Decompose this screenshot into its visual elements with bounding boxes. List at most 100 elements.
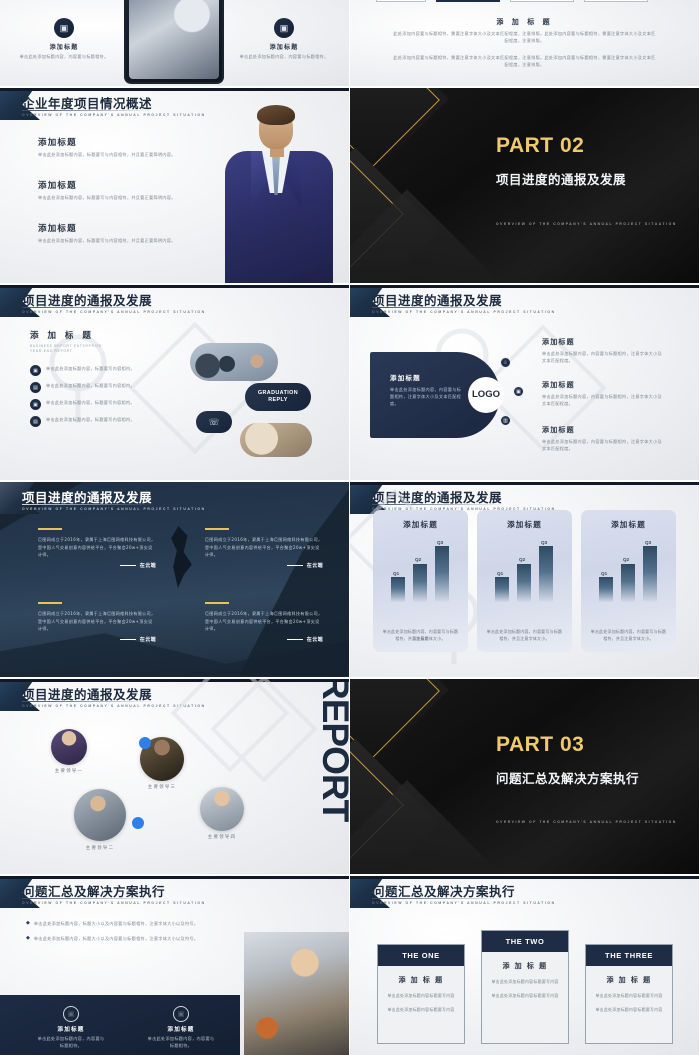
s09-heading: 项目进度的通报及发展 OVERVIEW OF THE COMPANY'S ANN… xyxy=(22,684,206,708)
s03-block3-heading: 添加标题 xyxy=(38,224,77,234)
card-the-two[interactable]: THE TWO 添 加 标 题 单击此处添加标题内容标题要写内容 单击此处添加标… xyxy=(481,930,569,1044)
card-the-three[interactable]: THE THREE 添 加 标 题 单击此处添加标题内容标题要写内容 单击此处添… xyxy=(585,944,673,1044)
s08-heading: 项目进度的通报及发展 OVERVIEW OF THE COMPANY'S ANN… xyxy=(372,487,556,511)
list-item[interactable]: ▣ 单击此处添加标题内容，标题要写内容相符。 xyxy=(30,399,152,410)
slide-thumbnail-s07[interactable]: 项目进度的通报及发展 OVERVIEW OF THE COMPANY'S ANN… xyxy=(0,482,349,677)
s11-footer1-title: 添加标题 xyxy=(57,1026,85,1033)
card1-subtitle: 添 加 标 题 xyxy=(398,976,444,984)
coffee-photo xyxy=(240,423,312,457)
bullet-marker-icon: ◆ xyxy=(26,935,30,942)
s06-panel-text: 单击此处添加标题内容，内容要与标题相符，注意字体大小及文本匹配程度。 xyxy=(390,387,462,407)
s05-item2-text: 单击此处添加标题内容，标题要写内容相符。 xyxy=(46,383,135,388)
s02-tab-3[interactable] xyxy=(510,0,574,2)
title-underline xyxy=(22,110,154,111)
s04-part-title: 项目进度的通报及发展 xyxy=(496,172,627,187)
s05-title-en: OVERVIEW OF THE COMPANY'S ANNUAL PROJECT… xyxy=(22,310,206,314)
card1-line1: 单击此处添加标题内容标题要写内容 xyxy=(387,993,455,998)
bullet-item: ◆ 单击此处添加标题内容，标题大小以及内容要与标题相符，注意字体大小以及符号。 xyxy=(26,920,202,927)
s08-card2-text: 单击此处添加标题内容，内容要写与标题相符，并且注意字体大小。 xyxy=(486,628,563,641)
list-item[interactable]: ▤ 单击此处添加标题内容，标题要写内容相符。 xyxy=(30,382,152,393)
s12-title-bar: 问题汇总及解决方案执行 OVERVIEW OF THE COMPANY'S AN… xyxy=(350,876,699,910)
s07-quote2-author: 在云端 xyxy=(306,563,323,570)
s08-card1-text: 单击此处添加标题内容，内容要写与标题相符，并且注意字体大小。 xyxy=(382,628,459,641)
list-item[interactable]: ▣ 单击此处添加标题内容，标题要写内容相符。 xyxy=(30,365,152,376)
member-1-name: 主要领导一 xyxy=(54,769,84,774)
s06-heading: 项目进度的通报及发展 OVERVIEW OF THE COMPANY'S ANN… xyxy=(372,290,556,314)
s02-tab-1[interactable] xyxy=(376,0,426,2)
s03-block3-text: 单击此处添加标题内容，标题要写与内容相符，并且要正要简明内容。 xyxy=(38,238,176,243)
s03-block1-heading: 添加标题 xyxy=(38,138,77,148)
slide-thumbnail-s12[interactable]: 问题汇总及解决方案执行 OVERVIEW OF THE COMPANY'S AN… xyxy=(350,876,699,1055)
list-item[interactable]: ▤ 单击此处添加标题内容，标题要写内容相符。 xyxy=(30,416,152,427)
gold-rule xyxy=(38,528,62,531)
s02-tab-4[interactable] xyxy=(584,0,648,2)
chart-card-1[interactable]: 添加标题 Q1 Q2 Q3 添加标题 单击此处添加标题内容，内容要写与标题相符，… xyxy=(373,510,468,652)
card-the-one[interactable]: THE ONE 添 加 标 题 单击此处添加标题内容标题要写内容 单击此处添加标… xyxy=(377,944,465,1044)
s11-title-bar: 问题汇总及解决方案执行 OVERVIEW OF THE COMPANY'S AN… xyxy=(0,876,349,910)
bar-label-q1: Q1 xyxy=(393,570,400,576)
s01-col1-title: 添加标题 xyxy=(49,44,79,51)
s07-quote4-author: 在云端 xyxy=(306,637,323,644)
quote-block: 巨图网成立于2016年，隶属于上海巨图网络科技有限公司，是中国人气交易创意内容供… xyxy=(205,602,323,643)
s11-heading: 问题汇总及解决方案执行 OVERVIEW OF THE COMPANY'S AN… xyxy=(22,881,206,905)
gold-rule xyxy=(205,602,229,605)
s07-quote4-text: 巨图网成立于2016年，隶属于上海巨图网络科技有限公司，是中国人气交易创意内容供… xyxy=(205,611,323,631)
slide-thumbnail-s06[interactable]: 项目进度的通报及发展 OVERVIEW OF THE COMPANY'S ANN… xyxy=(350,285,699,480)
s01-col3-text: 单击此处添加标题内容，内容要与标题相符。 xyxy=(239,54,329,59)
bar-chart-3: Q1 Q2 Q3 xyxy=(589,540,668,602)
s02-paragraph-1: 此处添加内容要与标题相符，需要注意字体大小及文本匹配程度，注意排版。此处添加内容… xyxy=(393,31,656,44)
bar-label-q2: Q2 xyxy=(519,557,526,563)
slide-thumbnail-s02[interactable]: 添 加 标 题 此处添加内容要与标题相符，需要注意字体大小及文本匹配程度，注意排… xyxy=(350,0,699,86)
slide-thumbnail-s05[interactable]: 项目进度的通报及发展 OVERVIEW OF THE COMPANY'S ANN… xyxy=(0,285,349,480)
slide-thumbnail-s10[interactable]: PART 03 问题汇总及解决方案执行 OVERVIEW OF THE COMP… xyxy=(350,679,699,874)
card2-line1: 单击此处添加标题内容标题要写内容 xyxy=(491,979,559,984)
avatar[interactable] xyxy=(200,787,244,831)
s08-card3-title: 添加标题 xyxy=(611,520,646,529)
bar-label-q3: Q3 xyxy=(437,539,444,545)
s12-title-en: OVERVIEW OF THE COMPANY'S ANNUAL PROJECT… xyxy=(372,901,556,905)
member-3-name: 主要领导二 xyxy=(85,846,115,851)
bar-chart-1: Q1 Q2 Q3 xyxy=(381,540,460,602)
s07-heading: 项目进度的通报及发展 OVERVIEW OF THE COMPANY'S ANN… xyxy=(22,487,206,511)
card2-subtitle: 添 加 标 题 xyxy=(502,962,548,970)
chart-card-2[interactable]: 添加标题 Q1 Q2 Q3 单击此处添加标题内容，内容要写与标题相符，并且注意字… xyxy=(477,510,572,652)
document-icon: ▣ xyxy=(54,18,74,38)
quote-block: 巨图网成立于2016年，隶属于上海巨图网络科技有限公司，是中国人气交易创意内容供… xyxy=(38,528,156,569)
slide-thumbnail-s03[interactable]: 企业年度项目情况概述 OVERVIEW OF THE COMPANY'S ANN… xyxy=(0,88,349,283)
s11-bullet-2: 单击此处添加标题内容，标题大小以及内容要与标题相符，注意字体大小以及符号。 xyxy=(33,936,199,942)
s03-title-en: OVERVIEW OF THE COMPANY'S ANNUAL PROJECT… xyxy=(22,113,206,117)
s01-col3-title: 添加标题 xyxy=(269,44,299,51)
s05-title-bar: 项目进度的通报及发展 OVERVIEW OF THE COMPANY'S ANN… xyxy=(0,285,349,319)
slide-thumbnail-s11[interactable]: 问题汇总及解决方案执行 OVERVIEW OF THE COMPANY'S AN… xyxy=(0,876,349,1055)
s07-quote3-text: 巨图网成立于2016年，隶属于上海巨图网络科技有限公司，是中国人气交易创意内容供… xyxy=(38,611,156,631)
slide-thumbnail-s08[interactable]: 项目进度的通报及发展 OVERVIEW OF THE COMPANY'S ANN… xyxy=(350,482,699,677)
s02-paragraph-2: 此处添加内容要与标题相符，需要注意字体大小及文本匹配程度，注意排版。此处添加内容… xyxy=(393,55,656,68)
slide-thumbnail-s04[interactable]: PART 02 项目进度的通报及发展 OVERVIEW OF THE COMPA… xyxy=(350,88,699,283)
s01-col1-text: 单击此处添加标题内容，内容要与标题相符。 xyxy=(19,54,109,59)
s05-heading-en: BUSINESS REPORT ENTERPRISE YEAR-END REPO… xyxy=(30,344,103,354)
office-handshake-photo xyxy=(244,932,349,1055)
chart-card-3[interactable]: 添加标题 Q1 Q2 Q3 单击此处添加标题内容，内容要写与标题相符，并且注意字… xyxy=(581,510,676,652)
avatar[interactable] xyxy=(51,729,87,765)
s11-footer1-text: 单击此处添加标题内容，内容要与标题相符。 xyxy=(37,1035,105,1048)
s03-heading: 企业年度项目情况概述 OVERVIEW OF THE COMPANY'S ANN… xyxy=(22,93,206,117)
graduation-reply-badge[interactable]: GRADUATION REPLY xyxy=(245,383,311,411)
gold-rule xyxy=(205,528,229,531)
quote-block: 巨图网成立于2016年，隶属于上海巨图网络科技有限公司，是中国人气交易创意内容供… xyxy=(205,528,323,569)
card2-line2: 单击此处添加标题内容标题要写内容 xyxy=(491,993,559,999)
s06-right2-heading: 添加标题 xyxy=(542,381,575,389)
book-icon: ▤ xyxy=(30,382,41,393)
s02-tab-2-active[interactable] xyxy=(436,0,500,2)
book-icon: ▤ xyxy=(30,416,41,427)
s07-quote1-text: 巨图网成立于2016年，隶属于上海巨图网络科技有限公司，是中国人气交易创意内容供… xyxy=(38,537,156,557)
s08-card1-title: 添加标题 xyxy=(403,520,438,529)
s06-panel-heading: 添加标题 xyxy=(390,374,421,382)
accent-dot xyxy=(132,817,144,829)
slide-thumbnail-s01[interactable]: 内容要与标题相符。 内容要与标题相符。 ▣ 添加标题 单击此处添加标题内容，内容… xyxy=(0,0,349,86)
logo-placeholder: LOGO xyxy=(468,377,504,413)
avatar[interactable] xyxy=(74,789,126,841)
s06-title-en: OVERVIEW OF THE COMPANY'S ANNUAL PROJECT… xyxy=(372,310,556,314)
bar-label-q1: Q1 xyxy=(601,570,608,576)
s11-title-en: OVERVIEW OF THE COMPANY'S ANNUAL PROJECT… xyxy=(22,901,206,905)
slide-thumbnail-s09[interactable]: REPORT 项目进度的通报及发展 OVERVIEW OF THE COMPAN… xyxy=(0,679,349,874)
